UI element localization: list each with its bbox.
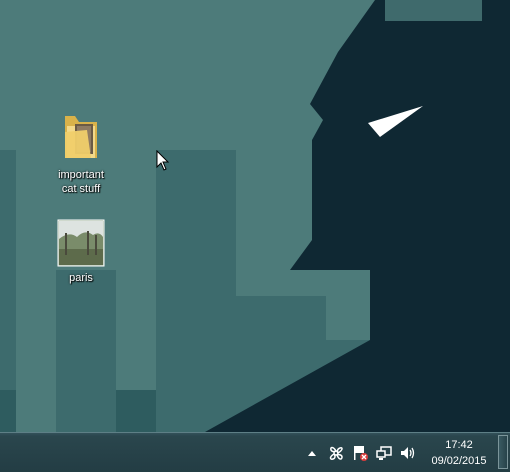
show-desktop-button[interactable]: [498, 435, 508, 469]
action-center-flag-icon: [354, 445, 368, 461]
clock-date: 09/02/2015: [431, 454, 487, 467]
desktop-icon-paris[interactable]: paris: [50, 219, 112, 285]
wallpaper: [0, 0, 510, 432]
clock[interactable]: 17:42 09/02/2015: [424, 437, 494, 469]
clock-time: 17:42: [445, 438, 473, 451]
photo-thumbnail-icon: [57, 219, 105, 267]
desktop-icon-label: paris: [69, 272, 93, 284]
folder-icon: [65, 116, 97, 158]
volume-tray-button[interactable]: [396, 441, 420, 465]
action-center-tray-button[interactable]: [348, 441, 372, 465]
desktop[interactable]: important cat stuff paris: [0, 0, 510, 432]
show-hidden-icons-button[interactable]: [300, 441, 324, 465]
mouse-cursor-icon: [156, 150, 170, 171]
network-icon: [376, 445, 392, 460]
system-tray: 17:42 09/02/2015: [300, 433, 494, 472]
desktop-icon-label: important cat stuff: [58, 169, 104, 195]
desktop-icon-important-cat-stuff[interactable]: important cat stuff: [50, 112, 112, 196]
network-share-tray-button[interactable]: [324, 441, 348, 465]
show-hidden-icons-arrow-icon: [308, 450, 316, 456]
network-tray-button[interactable]: [372, 441, 396, 465]
network-share-icon: [329, 446, 343, 460]
volume-icon: [401, 446, 415, 459]
taskbar[interactable]: 17:42 09/02/2015: [0, 432, 510, 472]
